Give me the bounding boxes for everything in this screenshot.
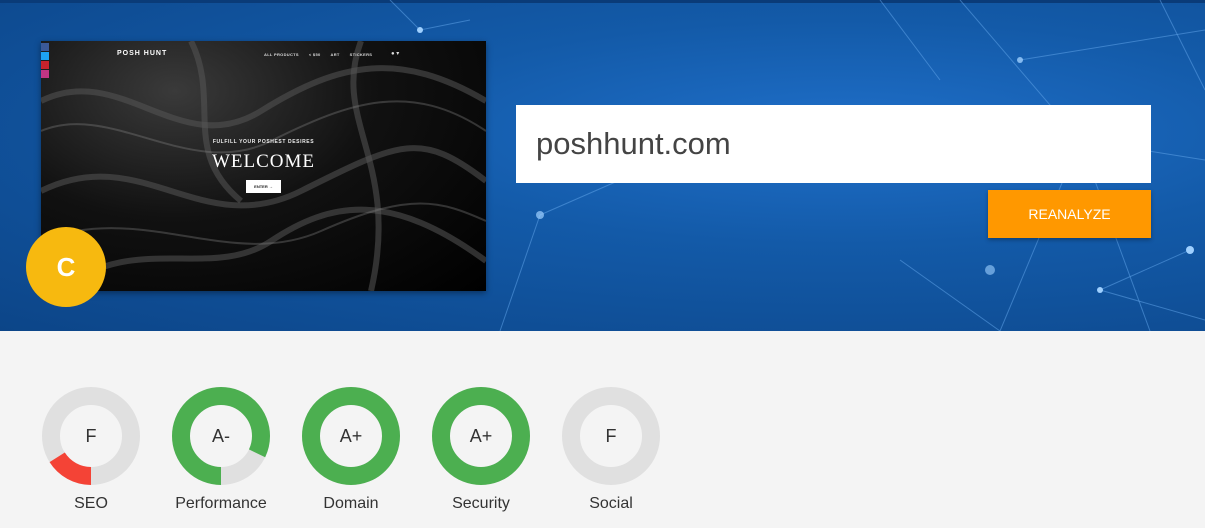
preview-brand: POSH HUNT [117,50,168,57]
preview-enter-button: ENTER → [246,180,281,193]
preview-tagline: FULFILL YOUR POSHEST DESIRES [212,139,315,145]
score-performance[interactable]: A- Performance [156,385,286,525]
preview-nav-item: STICKERS [349,52,373,57]
score-label: Security [452,495,510,512]
user-icon: ● [391,51,395,57]
score-grade: A+ [469,426,493,446]
reanalyze-button[interactable]: REANALYZE [988,190,1151,238]
score-grade: F [85,426,97,446]
preview-headline: WELCOME [211,151,316,172]
pinterest-icon[interactable] [41,61,49,69]
twitter-icon[interactable] [41,52,49,60]
social-share-bar [41,43,49,79]
score-security[interactable]: A+ Security [416,385,546,525]
preview-nav-icons: ● ▾ [391,50,399,57]
score-grade: A- [212,426,230,446]
score-label: SEO [74,495,108,512]
score-label: Performance [175,495,267,512]
url-input[interactable] [516,105,1151,183]
preview-nav-item: < $50 [308,52,321,57]
overall-grade-badge: C [26,227,106,307]
score-domain[interactable]: A+ Domain [286,385,416,525]
site-screenshot: POSH HUNT ALL PRODUCTS < $50 ART STICKER… [41,41,486,291]
preview-nav-item: ALL PRODUCTS [264,52,299,57]
score-social[interactable]: F Social [546,385,676,525]
hero-banner: POSH HUNT ALL PRODUCTS < $50 ART STICKER… [0,0,1205,331]
score-seo[interactable]: F SEO [26,385,156,525]
cart-icon: ▾ [396,51,400,57]
preview-nav: ALL PRODUCTS < $50 ART STICKERS [264,52,372,57]
score-grade: F [605,426,617,446]
score-grade: A+ [339,426,363,446]
score-label: Social [589,495,633,512]
instagram-icon[interactable] [41,70,49,78]
score-panel: F SEO A- Performance A+ Domain A+ Securi… [0,385,1205,528]
preview-nav-item: ART [330,52,340,57]
facebook-icon[interactable] [41,43,49,51]
score-label: Domain [323,495,379,512]
